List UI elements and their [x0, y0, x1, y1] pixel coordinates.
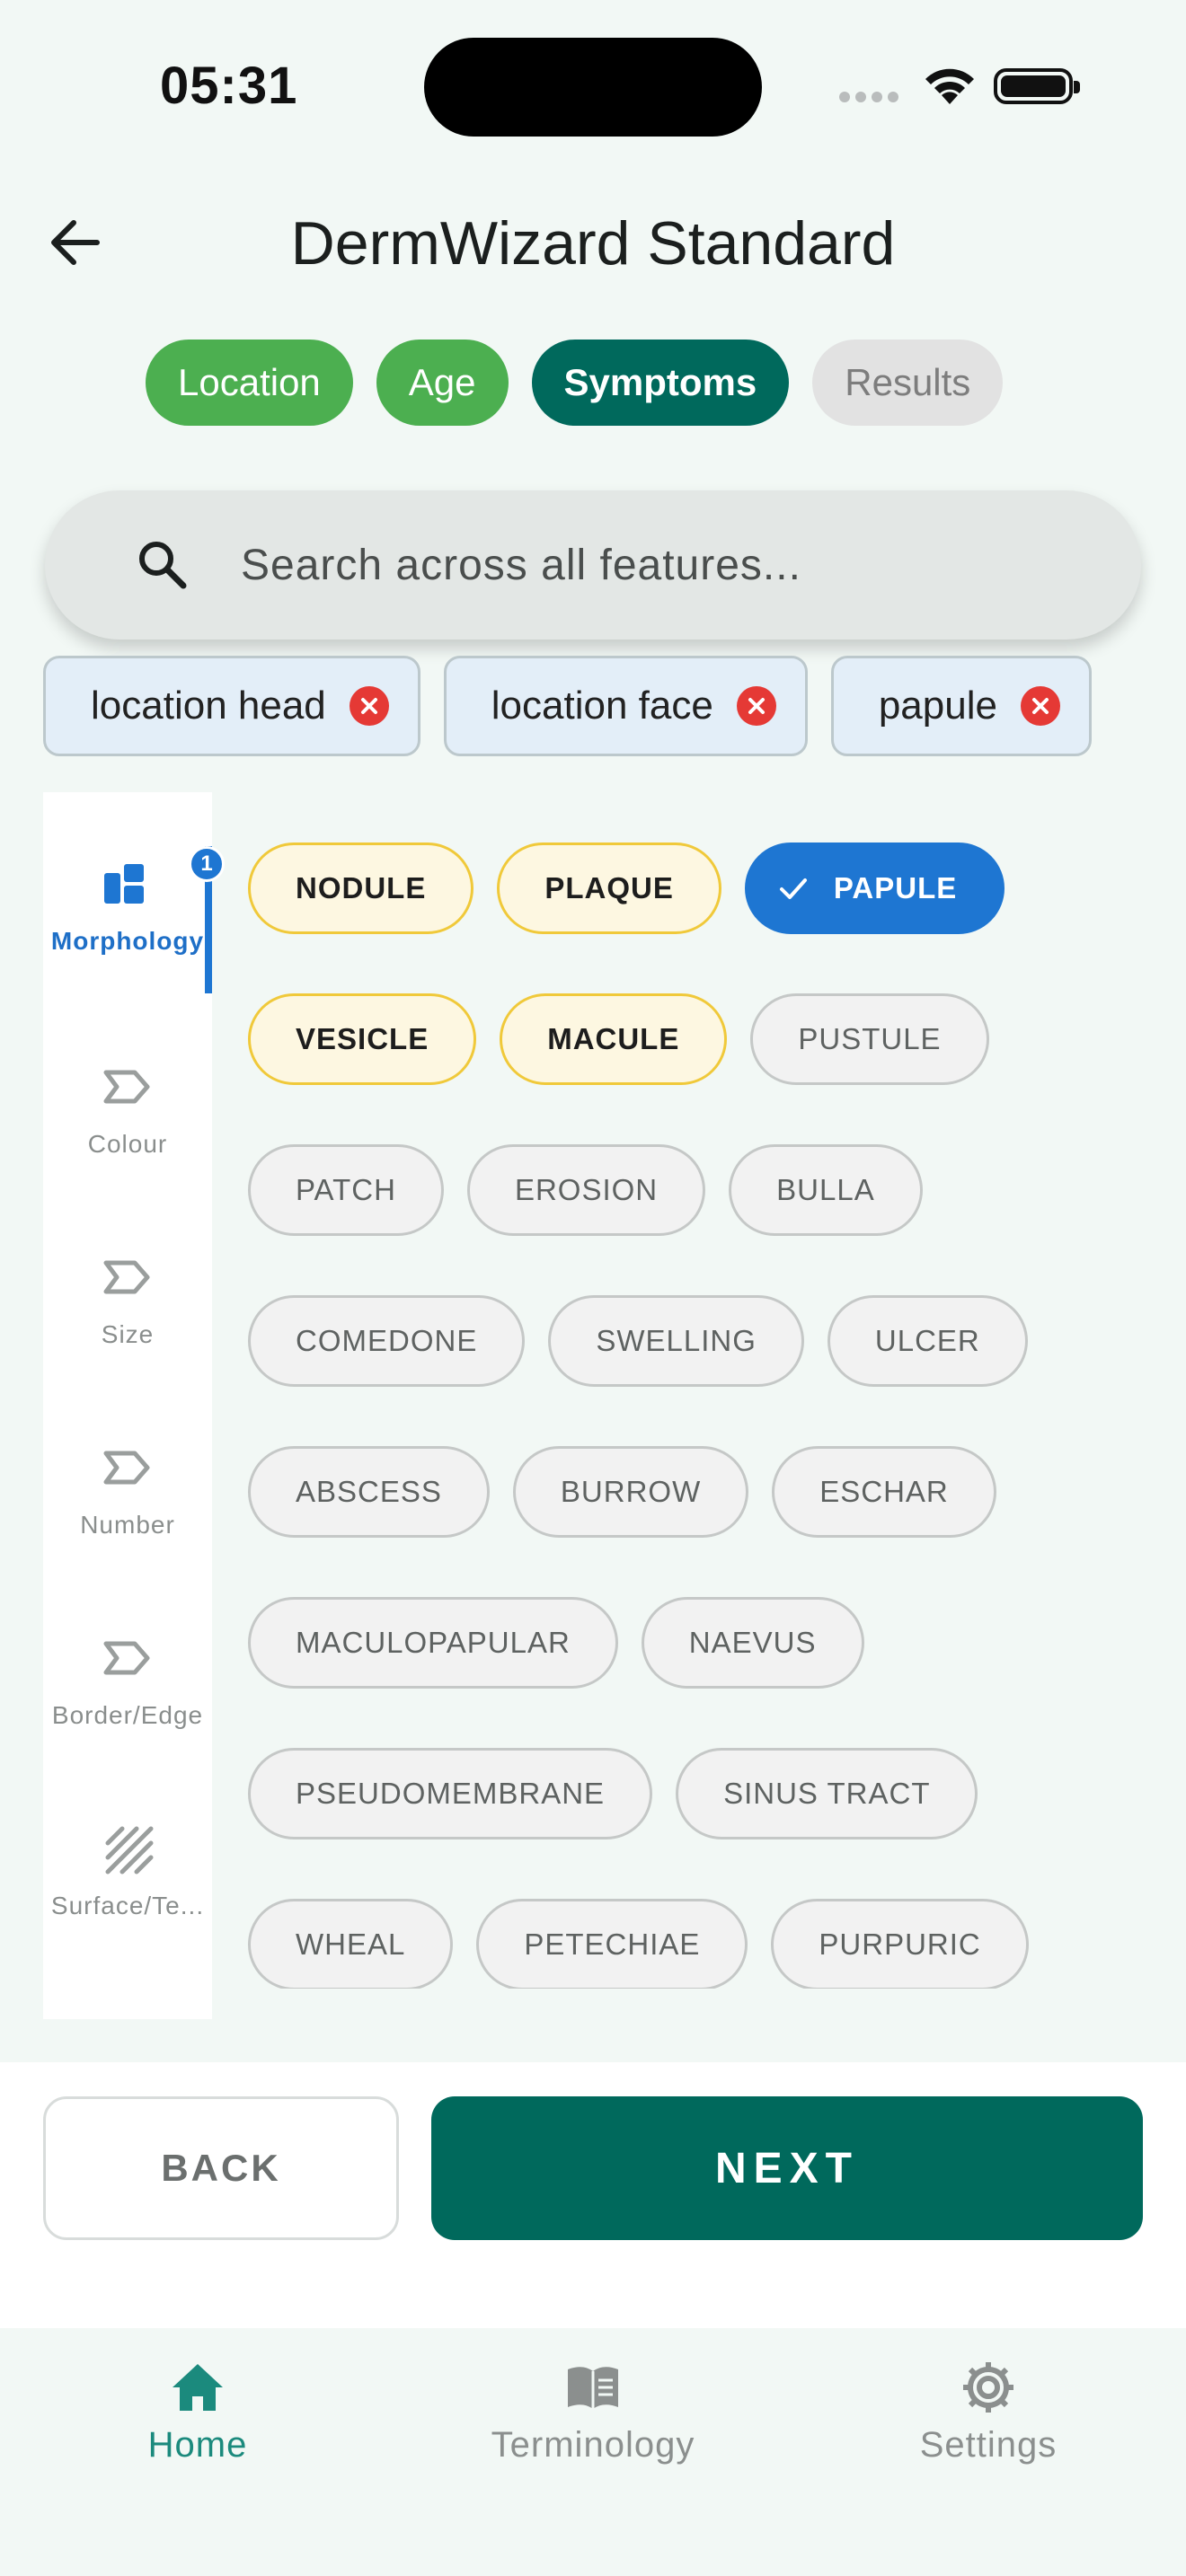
action-bar: BACK NEXT	[0, 2062, 1186, 2328]
search-bar	[45, 490, 1141, 640]
remove-filter-icon[interactable]	[349, 686, 389, 726]
battery-icon	[994, 68, 1080, 104]
active-filters: location head location face papule	[43, 656, 1092, 756]
cellular-signal-icon	[839, 92, 902, 104]
category-count-badge: 1	[189, 846, 225, 882]
rail-item-border-edge[interactable]: Border/Edge	[43, 1631, 212, 1798]
chip-row: COMEDONE SWELLING ULCER	[248, 1295, 1028, 1387]
chip-row: NODULE PLAQUE PAPULE	[248, 842, 1005, 934]
wifi-icon	[925, 68, 974, 104]
chip-label: PAPULE	[833, 871, 958, 904]
rail-item-size[interactable]: Size	[43, 1250, 212, 1417]
rail-item-label: Number	[80, 1511, 175, 1539]
rail-item-surface[interactable]: Surface/Te...	[43, 1822, 212, 1989]
chevron-tag-icon	[103, 1260, 150, 1294]
step-results: Results	[812, 340, 1004, 426]
chip-row: VESICLE MACULE PUSTULE	[248, 993, 989, 1085]
chip-swelling[interactable]: SWELLING	[548, 1295, 804, 1387]
check-icon	[779, 878, 807, 899]
rail-item-label: Size	[101, 1320, 155, 1348]
morphology-icon	[104, 864, 144, 904]
dynamic-island	[424, 38, 762, 137]
rail-item-label: Morphology	[50, 927, 205, 955]
home-icon	[173, 2364, 223, 2411]
nav-settings[interactable]: Settings	[854, 2359, 1123, 2502]
rail-item-label: Surface/Te...	[50, 1892, 205, 1919]
hatch-icon	[105, 1826, 154, 1875]
chip-nodule[interactable]: NODULE	[248, 842, 474, 934]
rail-item-number[interactable]: Number	[43, 1441, 212, 1608]
step-location[interactable]: Location	[146, 340, 353, 426]
nav-label: Settings	[919, 2425, 1058, 2465]
filter-chip: location face	[443, 656, 808, 756]
chip-maculopapular[interactable]: MACULOPAPULAR	[248, 1597, 618, 1689]
chevron-tag-icon	[103, 1451, 150, 1485]
chip-ulcer[interactable]: ULCER	[827, 1295, 1028, 1387]
next-button[interactable]: NEXT	[431, 2096, 1143, 2240]
rail-item-label: Border/Edge	[51, 1701, 204, 1729]
filter-chip-label: location face	[491, 684, 713, 728]
step-indicator: Location Age Symptoms Results	[146, 340, 1004, 426]
chip-pustule[interactable]: PUSTULE	[750, 993, 989, 1085]
chip-macule[interactable]: MACULE	[500, 993, 728, 1085]
chip-pseudomembrane[interactable]: PSEUDOMEMBRANE	[248, 1748, 653, 1839]
chip-comedone[interactable]: COMEDONE	[248, 1295, 526, 1387]
chip-patch[interactable]: PATCH	[248, 1144, 444, 1236]
remove-filter-icon[interactable]	[1020, 686, 1060, 726]
chip-papule[interactable]: PAPULE	[744, 842, 1005, 934]
chip-sinus-tract[interactable]: SINUS TRACT	[676, 1748, 978, 1839]
chip-bulla[interactable]: BULLA	[729, 1144, 923, 1236]
search-icon	[139, 542, 187, 589]
chip-eschar[interactable]: ESCHAR	[772, 1446, 996, 1538]
page-title: DermWizard Standard	[290, 209, 896, 278]
chip-abscess[interactable]: ABSCESS	[248, 1446, 490, 1538]
filter-chip-label: location head	[91, 684, 326, 728]
category-rail: 1 Morphology Colour Size Number Border/E…	[43, 792, 225, 2019]
morphology-chip-grid: NODULE PLAQUE PAPULE VESICLE MACULE PUST…	[248, 842, 1146, 1989]
chevron-tag-icon	[103, 1641, 150, 1675]
chip-wheal[interactable]: WHEAL	[248, 1899, 454, 1989]
chevron-tag-icon	[103, 1070, 150, 1104]
chip-petechiae[interactable]: PETECHIAE	[476, 1899, 748, 1989]
chip-purpuric[interactable]: PURPURIC	[771, 1899, 1029, 1989]
book-icon	[568, 2367, 618, 2409]
chip-erosion[interactable]: EROSION	[466, 1144, 706, 1236]
filter-chip: location head	[43, 656, 420, 756]
search-input[interactable]	[241, 526, 1085, 604]
rail-item-label: Colour	[87, 1130, 168, 1158]
chip-row: ABSCESS BURROW ESCHAR	[248, 1446, 996, 1538]
chip-vesicle[interactable]: VESICLE	[248, 993, 477, 1085]
rail-item-morphology[interactable]: 1 Morphology	[43, 846, 225, 1024]
screen: 05:31 DermWizard Standard Location Age S…	[0, 0, 1186, 2576]
remove-filter-icon[interactable]	[736, 686, 776, 726]
chip-row: PATCH EROSION BULLA	[248, 1144, 923, 1236]
chip-burrow[interactable]: BURROW	[512, 1446, 749, 1538]
step-age[interactable]: Age	[376, 340, 509, 426]
rail-item-colour[interactable]: Colour	[43, 1060, 212, 1227]
nav-label: Terminology	[491, 2425, 695, 2465]
filter-chip: papule	[830, 656, 1092, 756]
back-button[interactable]: BACK	[43, 2096, 399, 2240]
chip-row: MACULOPAPULAR NAEVUS	[248, 1597, 864, 1689]
nav-terminology[interactable]: Terminology	[458, 2359, 728, 2502]
chip-row: PSEUDOMEMBRANE SINUS TRACT	[248, 1748, 978, 1839]
chip-naevus[interactable]: NAEVUS	[641, 1597, 864, 1689]
bottom-navigation: Home Terminology Settings	[0, 2328, 1186, 2576]
chip-row: WHEAL PETECHIAE PURPURIC	[248, 1899, 1029, 1989]
filter-chip-label: papule	[878, 684, 997, 728]
nav-label: Home	[147, 2425, 248, 2465]
chip-plaque[interactable]: PLAQUE	[497, 842, 721, 934]
nav-home[interactable]: Home	[63, 2359, 332, 2502]
gear-icon	[963, 2362, 1013, 2413]
step-symptoms[interactable]: Symptoms	[531, 340, 790, 426]
status-time: 05:31	[160, 57, 298, 115]
